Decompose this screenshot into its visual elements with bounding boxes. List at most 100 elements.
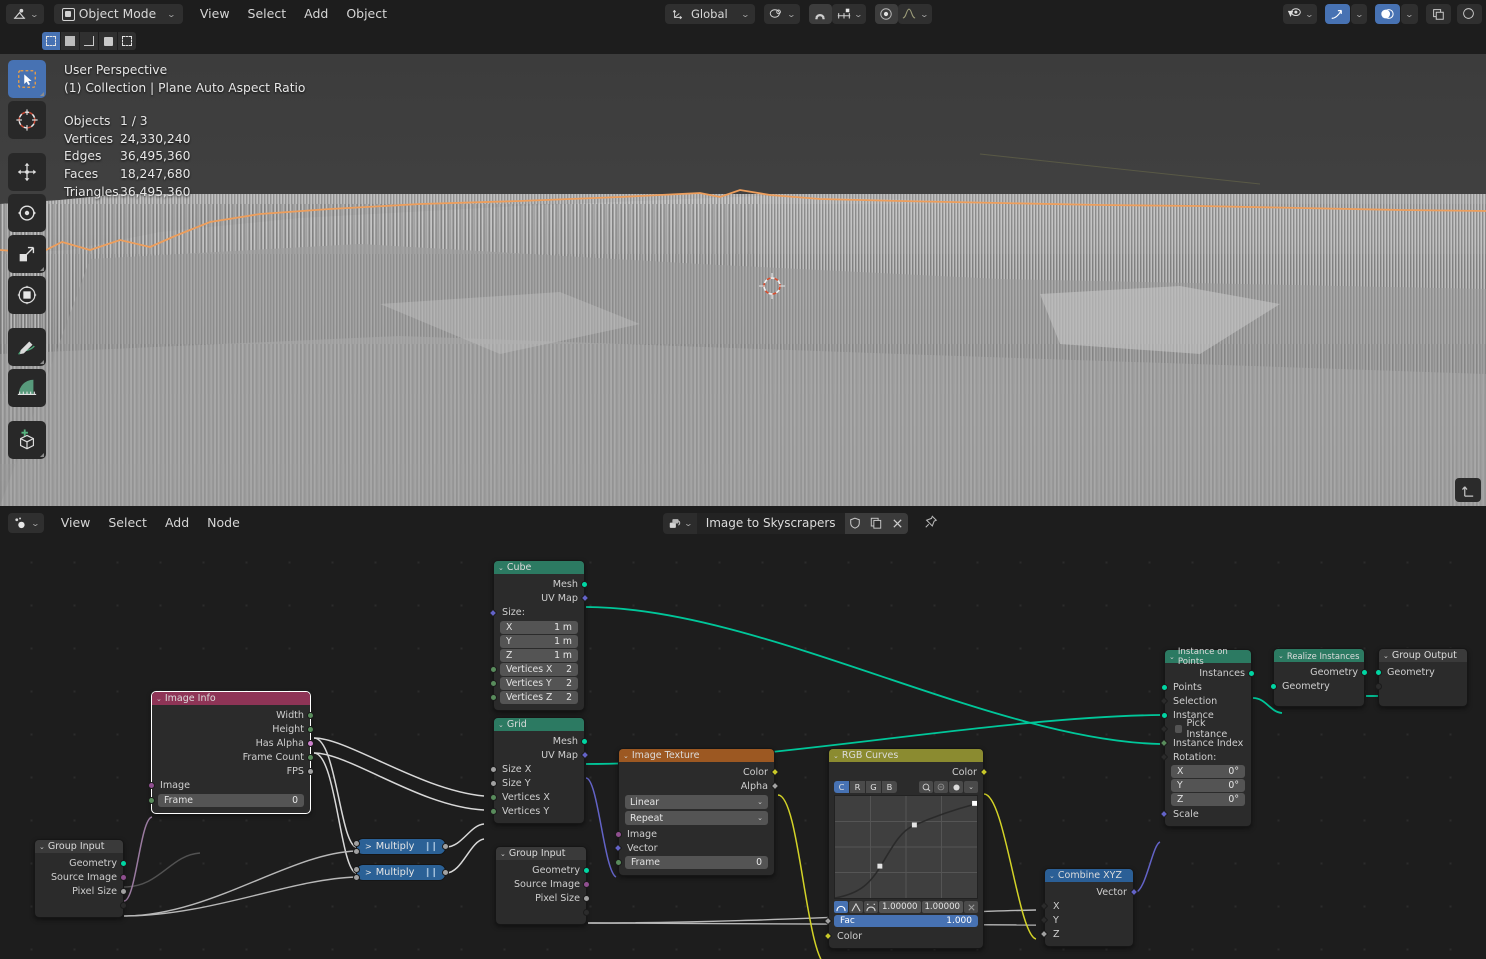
input-socket-vertices-x[interactable] xyxy=(490,666,497,673)
snap-settings-dropdown[interactable]: ⌄ xyxy=(832,4,866,24)
socket-row-alpha[interactable]: Alpha xyxy=(619,779,780,793)
field-frame[interactable]: Frame 0 xyxy=(148,794,304,807)
field-size-x[interactable]: X 1 m xyxy=(500,621,578,634)
overlays-dropdown[interactable]: ⌄ xyxy=(1401,4,1418,24)
node-grid[interactable]: ⌄ Grid Mesh UV Map Size X Size Y Vertice… xyxy=(490,717,590,824)
input-socket-virtual[interactable] xyxy=(1375,682,1382,690)
select-mode-intersect[interactable] xyxy=(118,32,136,50)
unlink-button[interactable] xyxy=(886,512,908,534)
dropdown-extension[interactable]: Repeat ⌄ xyxy=(625,811,768,825)
socket-row-mesh[interactable]: Mesh xyxy=(494,577,588,591)
socket-row-virtual[interactable] xyxy=(35,898,127,912)
socket-row-virtual[interactable] xyxy=(496,905,590,919)
collapse-triangle-icon[interactable]: ⌄ xyxy=(156,695,162,703)
curve-point-x[interactable]: 1.00000 xyxy=(879,901,921,913)
transform-tool[interactable] xyxy=(8,276,46,314)
measure-tool[interactable] xyxy=(8,369,46,407)
node-canvas[interactable]: ⌄ Cube Mesh UV Map Size: X 1 m Y 1 m Z 1… xyxy=(0,535,1486,959)
socket-row-size-x[interactable]: Size X xyxy=(490,762,584,776)
collapse-triangle-icon[interactable]: ⌄ xyxy=(39,843,45,851)
falloff-dropdown[interactable]: ⌄ xyxy=(897,4,932,24)
socket-row-pick-instance[interactable]: Pick Instance xyxy=(1159,718,1251,740)
output-socket-has-alpha[interactable] xyxy=(307,739,314,747)
socket-row-points[interactable]: Points xyxy=(1161,680,1251,694)
node-header-group-output[interactable]: ⌄ Group Output xyxy=(1379,649,1467,662)
scale-tool[interactable] xyxy=(8,235,46,273)
node-header-group-input[interactable]: ⌄ Group Input xyxy=(496,847,586,860)
checkbox-pick-instance[interactable] xyxy=(1175,725,1183,733)
handle-auto-clamped-icon[interactable] xyxy=(864,901,878,913)
output-socket-geometry[interactable] xyxy=(120,859,127,867)
curve-zoom-icon[interactable] xyxy=(919,781,933,793)
xray-toggle[interactable] xyxy=(1426,4,1451,24)
node-multiply-2[interactable]: > Multiply ❙❙ xyxy=(353,864,449,881)
socket-row-source-image[interactable]: Source Image xyxy=(496,877,590,891)
curve-tab-b[interactable]: B xyxy=(882,781,897,793)
socket-row-source-image[interactable]: Source Image xyxy=(35,870,127,884)
move-tool[interactable] xyxy=(8,153,46,191)
node-editor-sidebar-toggle[interactable] xyxy=(1455,478,1481,502)
collapse-triangle-icon[interactable]: ⌄ xyxy=(498,564,504,572)
output-socket-pixel-size[interactable] xyxy=(120,887,127,895)
socket-row-mesh[interactable]: Mesh xyxy=(494,734,588,748)
field-vertices-y[interactable]: Vertices Y 2 xyxy=(490,677,578,690)
collapse-triangle-icon[interactable]: ⌄ xyxy=(1383,652,1389,660)
socket-row-uvmap[interactable]: UV Map xyxy=(494,591,590,605)
object-visibility-dropdown[interactable]: ⌄ xyxy=(1282,4,1317,24)
socket-row-vector[interactable]: Vector xyxy=(613,841,774,855)
node-image-info[interactable]: ⌄ Image Info Width Height Has Alpha Fram… xyxy=(148,691,314,814)
add-cube-tool[interactable] xyxy=(8,421,46,459)
node-group-input-1[interactable]: ⌄ Group Input Geometry Source Image Pixe… xyxy=(34,839,127,918)
socket-row-z[interactable]: Z xyxy=(1039,927,1133,941)
curve-delete-point-icon[interactable] xyxy=(964,901,978,913)
input-socket-geometry[interactable] xyxy=(1270,682,1277,690)
nodetree-browse-button[interactable]: ⌄ xyxy=(663,512,697,534)
socket-row-y[interactable]: Y xyxy=(1039,913,1133,927)
collapse-triangle-icon[interactable]: ⌄ xyxy=(1169,653,1175,661)
socket-row-color-in[interactable]: Color xyxy=(823,929,983,943)
field-size-z[interactable]: Z 1 m xyxy=(500,649,578,662)
collapse-triangle-icon[interactable]: ⌄ xyxy=(498,721,504,729)
output-socket-value[interactable] xyxy=(442,843,449,850)
collapse-triangle-icon[interactable]: ⌄ xyxy=(1278,652,1284,660)
shading-mode-buttons[interactable] xyxy=(1457,4,1482,24)
menu-add[interactable]: Add xyxy=(295,0,337,28)
gizmo-toggle[interactable] xyxy=(1324,4,1350,24)
handle-auto-icon[interactable] xyxy=(834,901,848,913)
object-mode-dropdown[interactable]: Object Mode ⌄ xyxy=(53,4,183,24)
collapse-triangle-icon[interactable]: ⌄ xyxy=(1049,872,1055,880)
socket-row-geometry-in[interactable]: Geometry xyxy=(1270,679,1364,693)
pin-button[interactable] xyxy=(924,514,938,533)
handle-vector-icon[interactable] xyxy=(849,901,863,913)
node-group-name[interactable]: Image to Skyscrapers xyxy=(696,512,845,534)
input-socket-a[interactable] xyxy=(353,865,360,873)
collapse-triangle-icon[interactable]: ⌄ xyxy=(833,752,839,760)
3d-viewport[interactable]: User Perspective (1) Collection | Plane … xyxy=(0,54,1486,506)
menu-view[interactable]: View xyxy=(191,0,239,28)
node-header-instance-on-points[interactable]: ⌄ Instance on Points xyxy=(1165,647,1251,667)
socket-row-scale[interactable]: Scale xyxy=(1159,807,1251,821)
socket-row-instance-index[interactable]: Instance Index xyxy=(1159,736,1251,750)
node-header-grid[interactable]: ⌄ Grid xyxy=(494,718,584,731)
socket-row-virtual[interactable] xyxy=(1375,679,1467,693)
curve-widget[interactable] xyxy=(834,795,978,899)
editor-type-button-node[interactable]: ⌄ xyxy=(8,513,44,533)
socket-row-frame-count[interactable]: Frame Count xyxy=(152,750,314,764)
input-socket-vertices-y[interactable] xyxy=(490,807,497,815)
curve-zoom-out-icon[interactable] xyxy=(934,781,948,793)
output-socket-height[interactable] xyxy=(307,725,314,733)
socket-row-color-out[interactable]: Color xyxy=(829,765,989,779)
socket-row-x[interactable]: X xyxy=(1039,899,1133,913)
expand-triangle-icon[interactable]: > xyxy=(365,868,372,877)
curve-tab-c[interactable]: C xyxy=(834,781,849,793)
field-rotation-y[interactable]: Y 0° xyxy=(1171,779,1245,792)
output-socket-width[interactable] xyxy=(307,711,314,719)
input-socket-geometry[interactable] xyxy=(1375,668,1382,676)
socket-row-has-alpha[interactable]: Has Alpha xyxy=(152,736,314,750)
output-socket-frame-count[interactable] xyxy=(307,753,314,761)
output-socket-source-image[interactable] xyxy=(120,873,127,881)
curve-channel-tabs[interactable]: C R G B ⌄ xyxy=(834,781,978,793)
annotate-tool[interactable] xyxy=(8,328,46,366)
socket-row-vector[interactable]: Vector xyxy=(1045,885,1139,899)
input-socket-image[interactable] xyxy=(615,830,622,838)
